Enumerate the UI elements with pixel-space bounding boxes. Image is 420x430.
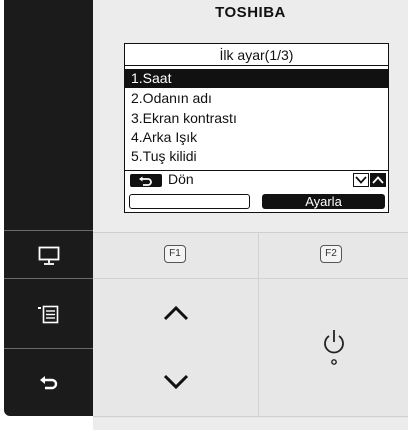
menu-item-oda-adi[interactable]: 2.Odanın adı <box>125 89 388 108</box>
monitor-icon <box>38 246 59 265</box>
menu-list-icon <box>37 305 58 323</box>
f1-button[interactable]: F1 <box>164 245 186 263</box>
scroll-down-indicator[interactable] <box>353 173 369 187</box>
rail-divider <box>4 230 93 231</box>
back-arrow-icon <box>139 176 152 186</box>
back-button[interactable] <box>4 360 93 405</box>
up-button[interactable] <box>93 279 258 347</box>
f1-softkey-label[interactable] <box>129 194 250 209</box>
rail-divider <box>4 278 93 279</box>
f2-button[interactable]: F2 <box>320 245 342 263</box>
screen-title: İlk ayar(1/3) <box>219 47 294 63</box>
down-button[interactable] <box>93 348 258 416</box>
back-key-indicator <box>130 174 162 187</box>
lcd-screen: İlk ayar(1/3) 1.Saat 2.Odanın adı 3.Ekra… <box>124 43 389 213</box>
set-softkey-label[interactable]: Ayarla <box>262 194 385 209</box>
menu-item-arka-isik[interactable]: 4.Arka Işık <box>125 128 388 147</box>
back-label: Dön <box>168 171 194 187</box>
power-button[interactable] <box>259 279 408 416</box>
menu-item-ekran-kontrasti[interactable]: 3.Ekran kontrastı <box>125 109 388 128</box>
back-arrow-icon <box>39 375 57 389</box>
menu-item-saat[interactable]: 1.Saat <box>125 69 388 88</box>
chevron-down-icon <box>355 176 367 184</box>
brand-logo: TOSHIBA <box>215 4 286 21</box>
side-button-rail <box>4 0 93 416</box>
rail-divider <box>4 348 93 349</box>
chevron-up-icon <box>163 305 188 321</box>
title-divider <box>125 65 388 66</box>
power-icon <box>323 329 344 365</box>
footer-divider <box>125 170 388 171</box>
chevron-down-icon <box>163 374 188 390</box>
monitor-button[interactable] <box>4 233 93 278</box>
panel-bottom-edge <box>93 416 408 417</box>
chevron-up-icon <box>372 176 384 184</box>
menu-button[interactable] <box>4 292 93 337</box>
scroll-up-indicator[interactable] <box>370 173 386 187</box>
menu-item-tus-kilidi[interactable]: 5.Tuş kilidi <box>125 147 388 166</box>
